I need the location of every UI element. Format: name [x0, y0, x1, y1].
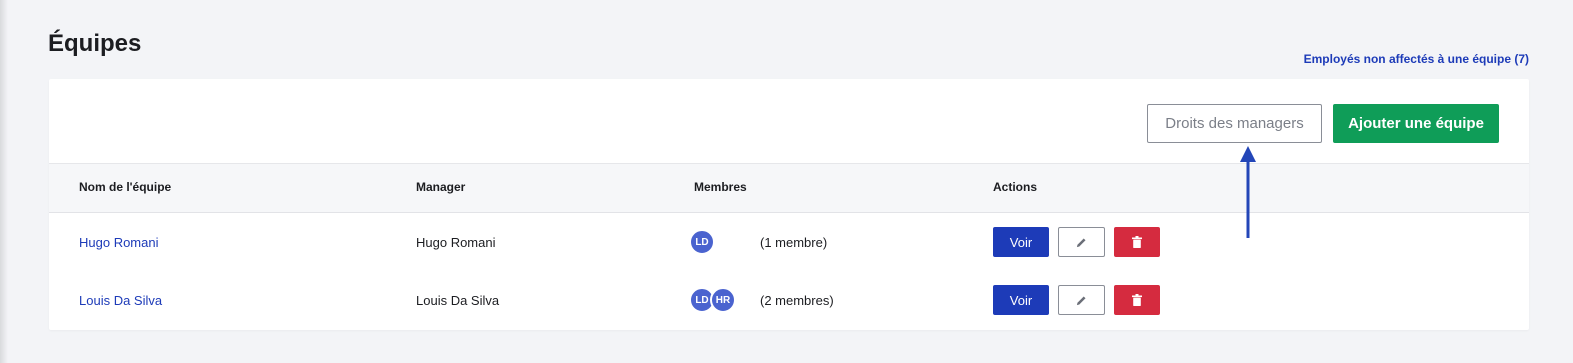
page-title: Équipes	[48, 30, 142, 57]
member-count: (2 membres)	[760, 293, 834, 308]
column-header-actions: Actions	[993, 180, 1038, 194]
manager-name: Louis Da Silva	[416, 293, 500, 308]
column-header-team-name: Nom de l'équipe	[79, 180, 172, 194]
manager-name: Hugo Romani	[416, 235, 496, 250]
delete-team-button[interactable]	[1114, 227, 1160, 257]
pencil-icon	[1076, 237, 1086, 247]
trash-icon	[1132, 236, 1142, 248]
view-team-button[interactable]: Voir	[993, 285, 1049, 315]
table-row: Hugo Romani Hugo Romani LD (1 membre) Vo…	[49, 213, 1529, 271]
trash-icon	[1132, 294, 1142, 306]
edit-team-button[interactable]	[1058, 227, 1105, 257]
avatar: LD	[689, 229, 715, 255]
pencil-icon	[1076, 295, 1086, 305]
team-name-link[interactable]: Louis Da Silva	[79, 293, 162, 308]
table-row: Louis Da Silva Louis Da Silva LD HR (2 m…	[49, 271, 1529, 329]
column-header-members: Membres	[694, 180, 747, 194]
add-team-button[interactable]: Ajouter une équipe	[1333, 104, 1499, 143]
view-team-button[interactable]: Voir	[993, 227, 1049, 257]
window-edge-shadow	[0, 0, 8, 363]
delete-team-button[interactable]	[1114, 285, 1160, 315]
teams-card: Droits des managers Ajouter une équipe N…	[49, 79, 1529, 330]
teams-toolbar: Droits des managers Ajouter une équipe	[49, 79, 1529, 164]
manager-rights-button[interactable]: Droits des managers	[1147, 104, 1322, 143]
avatar: HR	[710, 287, 736, 313]
team-name-link[interactable]: Hugo Romani	[79, 235, 159, 250]
unassigned-employees-link[interactable]: Employés non affectés à une équipe (7)	[1304, 52, 1529, 66]
edit-team-button[interactable]	[1058, 285, 1105, 315]
column-header-manager: Manager	[416, 180, 466, 194]
table-header: Nom de l'équipe Manager Membres Actions	[49, 164, 1529, 213]
member-count: (1 membre)	[760, 235, 828, 250]
arrow-up-icon	[1240, 146, 1256, 238]
